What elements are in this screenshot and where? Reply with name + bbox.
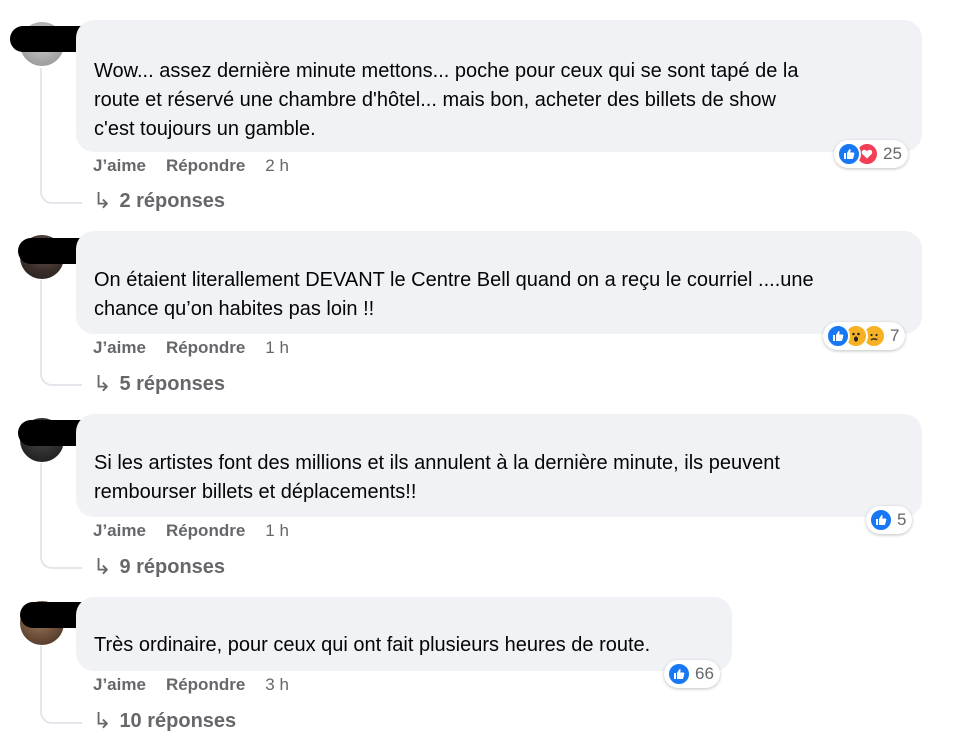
reply-button[interactable]: Répondre [166, 338, 245, 358]
reaction-count: 5 [897, 510, 907, 529]
replies-count-label: 9 réponses [119, 555, 226, 578]
reaction-summary[interactable]: 66 [664, 660, 720, 688]
reaction-count: 25 [883, 144, 902, 163]
reply-button[interactable]: Répondre [166, 156, 245, 176]
like-icon [826, 324, 850, 348]
replies-count-label: 2 réponses [119, 189, 226, 212]
replies-count-label: 10 réponses [119, 709, 237, 732]
like-button[interactable]: J’aime [93, 675, 146, 695]
comment-actions: J’aime Répondre 1 h [93, 337, 289, 359]
comment-bubble: On étaient literallement DEVANT le Centr… [76, 231, 922, 334]
view-replies-button[interactable]: ↳ 9 réponses [93, 554, 225, 580]
replies-count-label: 5 réponses [119, 372, 226, 395]
like-button[interactable]: J’aime [93, 156, 146, 176]
timestamp[interactable]: 3 h [265, 675, 289, 695]
reaction-count: 66 [695, 664, 714, 683]
comment-text: Wow... assez dernière minute mettons... … [94, 60, 799, 140]
comment-actions: J’aime Répondre 1 h [93, 520, 289, 542]
reaction-summary[interactable]: 5 [866, 506, 913, 534]
comment-actions: J’aime Répondre 3 h [93, 674, 289, 696]
reaction-summary[interactable]: 7 [823, 322, 906, 350]
comment-thread: Wow... assez dernière minute mettons... … [0, 0, 980, 748]
like-button[interactable]: J’aime [93, 521, 146, 541]
like-icon [869, 508, 893, 532]
comment-bubble: Si les artistes font des millions et ils… [76, 414, 922, 517]
timestamp[interactable]: 1 h [265, 338, 289, 358]
comment-bubble: Très ordinaire, pour ceux qui ont fait p… [76, 597, 732, 671]
timestamp[interactable]: 2 h [265, 156, 289, 176]
reply-arrow-icon: ↳ [93, 371, 112, 396]
reply-arrow-icon: ↳ [93, 708, 112, 733]
comment-text: Si les artistes font des millions et ils… [94, 452, 780, 503]
reaction-count: 7 [890, 326, 900, 345]
like-icon [837, 142, 861, 166]
like-button[interactable]: J’aime [93, 338, 146, 358]
comment-text: Très ordinaire, pour ceux qui ont fait p… [94, 634, 651, 656]
view-replies-button[interactable]: ↳ 2 réponses [93, 188, 225, 214]
comment-text: On étaient literallement DEVANT le Centr… [94, 269, 814, 320]
timestamp[interactable]: 1 h [265, 521, 289, 541]
comment-actions: J’aime Répondre 2 h [93, 155, 289, 177]
reply-arrow-icon: ↳ [93, 188, 112, 213]
reply-arrow-icon: ↳ [93, 554, 112, 579]
view-replies-button[interactable]: ↳ 5 réponses [93, 371, 225, 397]
comment-bubble: Wow... assez dernière minute mettons... … [76, 20, 922, 152]
view-replies-button[interactable]: ↳ 10 réponses [93, 708, 236, 734]
reaction-summary[interactable]: 25 [834, 140, 908, 168]
reply-button[interactable]: Répondre [166, 675, 245, 695]
reply-button[interactable]: Répondre [166, 521, 245, 541]
like-icon [667, 662, 691, 686]
